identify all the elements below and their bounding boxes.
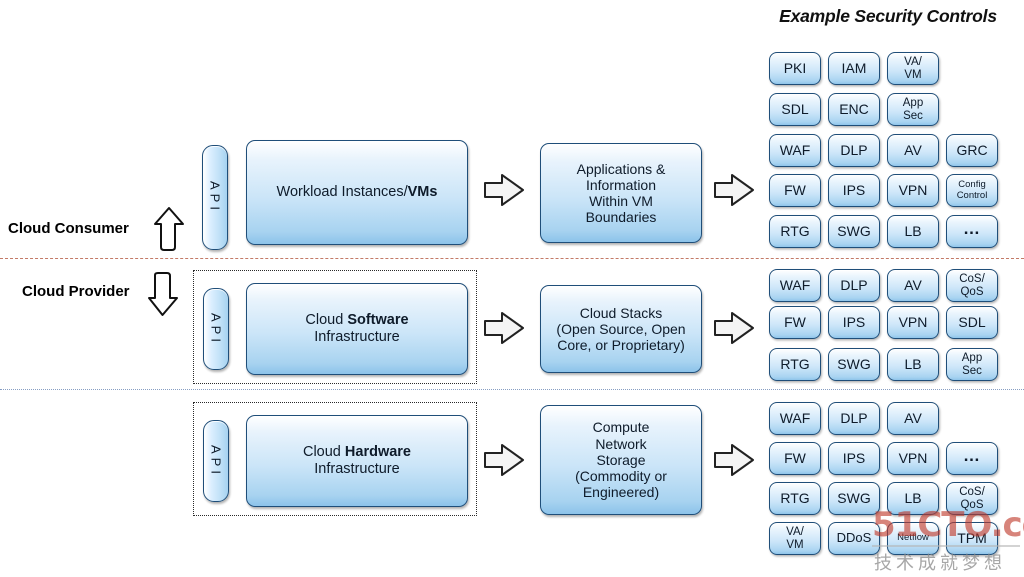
control-chip[interactable]: CoS/ QoS — [946, 482, 998, 515]
control-chip[interactable]: App Sec — [946, 348, 998, 381]
control-chip-ellipsis[interactable]: … — [946, 215, 998, 248]
control-chip[interactable]: PKI — [769, 52, 821, 85]
stack-box-cloud-software[interactable]: Cloud Software Infrastructure — [246, 283, 468, 375]
control-chip[interactable]: WAF — [769, 402, 821, 435]
control-chip[interactable]: IPS — [828, 442, 880, 475]
control-chip[interactable]: FW — [769, 174, 821, 207]
control-chip[interactable]: DDoS — [828, 522, 880, 555]
control-chip[interactable]: Netflow — [887, 522, 939, 555]
control-chip[interactable]: LB — [887, 348, 939, 381]
control-chip[interactable]: SWG — [828, 215, 880, 248]
control-chip[interactable]: VA/ VM — [769, 522, 821, 555]
flow-arrow-consumer-1 — [482, 167, 528, 213]
control-chip[interactable]: RTG — [769, 482, 821, 515]
control-chip[interactable]: SDL — [769, 93, 821, 126]
control-chip[interactable]: WAF — [769, 134, 821, 167]
control-chip[interactable]: LB — [887, 482, 939, 515]
control-chip[interactable]: IAM — [828, 52, 880, 85]
page-title: Example Security Controls — [779, 6, 997, 26]
stack-box-emphasis: Software — [347, 312, 409, 329]
stack-box-emphasis: VMs — [407, 184, 438, 201]
flow-arrow-software-1 — [482, 305, 528, 351]
control-chip-ellipsis[interactable]: … — [946, 442, 998, 475]
control-chip[interactable]: SDL — [946, 306, 998, 339]
role-label-cloud-consumer: Cloud Consumer — [8, 220, 129, 237]
control-chip[interactable]: App Sec — [887, 93, 939, 126]
api-pill-software[interactable]: API — [203, 288, 229, 370]
control-chip[interactable]: VPN — [887, 174, 939, 207]
control-chip[interactable]: TPM — [946, 522, 998, 555]
stack-box-text: Workload Instances/ — [276, 184, 408, 201]
middle-box-applications-information[interactable]: Applications & Information Within VM Bou… — [540, 143, 702, 243]
control-chip[interactable]: IPS — [828, 174, 880, 207]
control-chip[interactable]: AV — [887, 134, 939, 167]
software-hardware-divider — [0, 389, 1024, 390]
control-chip[interactable]: FW — [769, 442, 821, 475]
control-chip[interactable]: LB — [887, 215, 939, 248]
control-chip[interactable]: VPN — [887, 442, 939, 475]
control-chip[interactable]: SWG — [828, 348, 880, 381]
control-chip[interactable]: ENC — [828, 93, 880, 126]
control-chip[interactable]: AV — [887, 269, 939, 302]
flow-arrow-hardware-1 — [482, 437, 528, 483]
down-arrow-icon — [146, 272, 180, 323]
control-chip[interactable]: VA/ VM — [887, 52, 939, 85]
control-chip[interactable]: FW — [769, 306, 821, 339]
control-chip[interactable]: GRC — [946, 134, 998, 167]
control-chip[interactable]: DLP — [828, 269, 880, 302]
control-chip[interactable]: AV — [887, 402, 939, 435]
middle-box-compute-network-storage[interactable]: Compute Network Storage (Commodity or En… — [540, 405, 702, 515]
api-pill-hardware[interactable]: API — [203, 420, 229, 502]
middle-box-cloud-stacks[interactable]: Cloud Stacks (Open Source, Open Core, or… — [540, 285, 702, 373]
stack-box-workload-instances[interactable]: Workload Instances/VMs — [246, 140, 468, 245]
control-chip[interactable]: DLP — [828, 134, 880, 167]
up-arrow-icon — [152, 205, 186, 258]
control-chip[interactable]: RTG — [769, 215, 821, 248]
control-chip[interactable]: VPN — [887, 306, 939, 339]
flow-arrow-software-2 — [712, 305, 758, 351]
control-chip[interactable]: CoS/ QoS — [946, 269, 998, 302]
control-chip[interactable]: RTG — [769, 348, 821, 381]
control-chip[interactable]: DLP — [828, 402, 880, 435]
role-label-cloud-provider: Cloud Provider — [22, 283, 130, 300]
control-chip[interactable]: SWG — [828, 482, 880, 515]
flow-arrow-hardware-2 — [712, 437, 758, 483]
flow-arrow-consumer-2 — [712, 167, 758, 213]
diagram-canvas: Example Security Controls Cloud Consumer… — [0, 0, 1024, 577]
stack-box-emphasis: Hardware — [344, 444, 411, 461]
consumer-provider-divider — [0, 258, 1024, 259]
stack-box-cloud-hardware[interactable]: Cloud Hardware Infrastructure — [246, 415, 468, 507]
control-chip[interactable]: IPS — [828, 306, 880, 339]
control-chip[interactable]: WAF — [769, 269, 821, 302]
api-pill-consumer[interactable]: API — [202, 145, 228, 250]
control-chip[interactable]: Config Control — [946, 174, 998, 207]
